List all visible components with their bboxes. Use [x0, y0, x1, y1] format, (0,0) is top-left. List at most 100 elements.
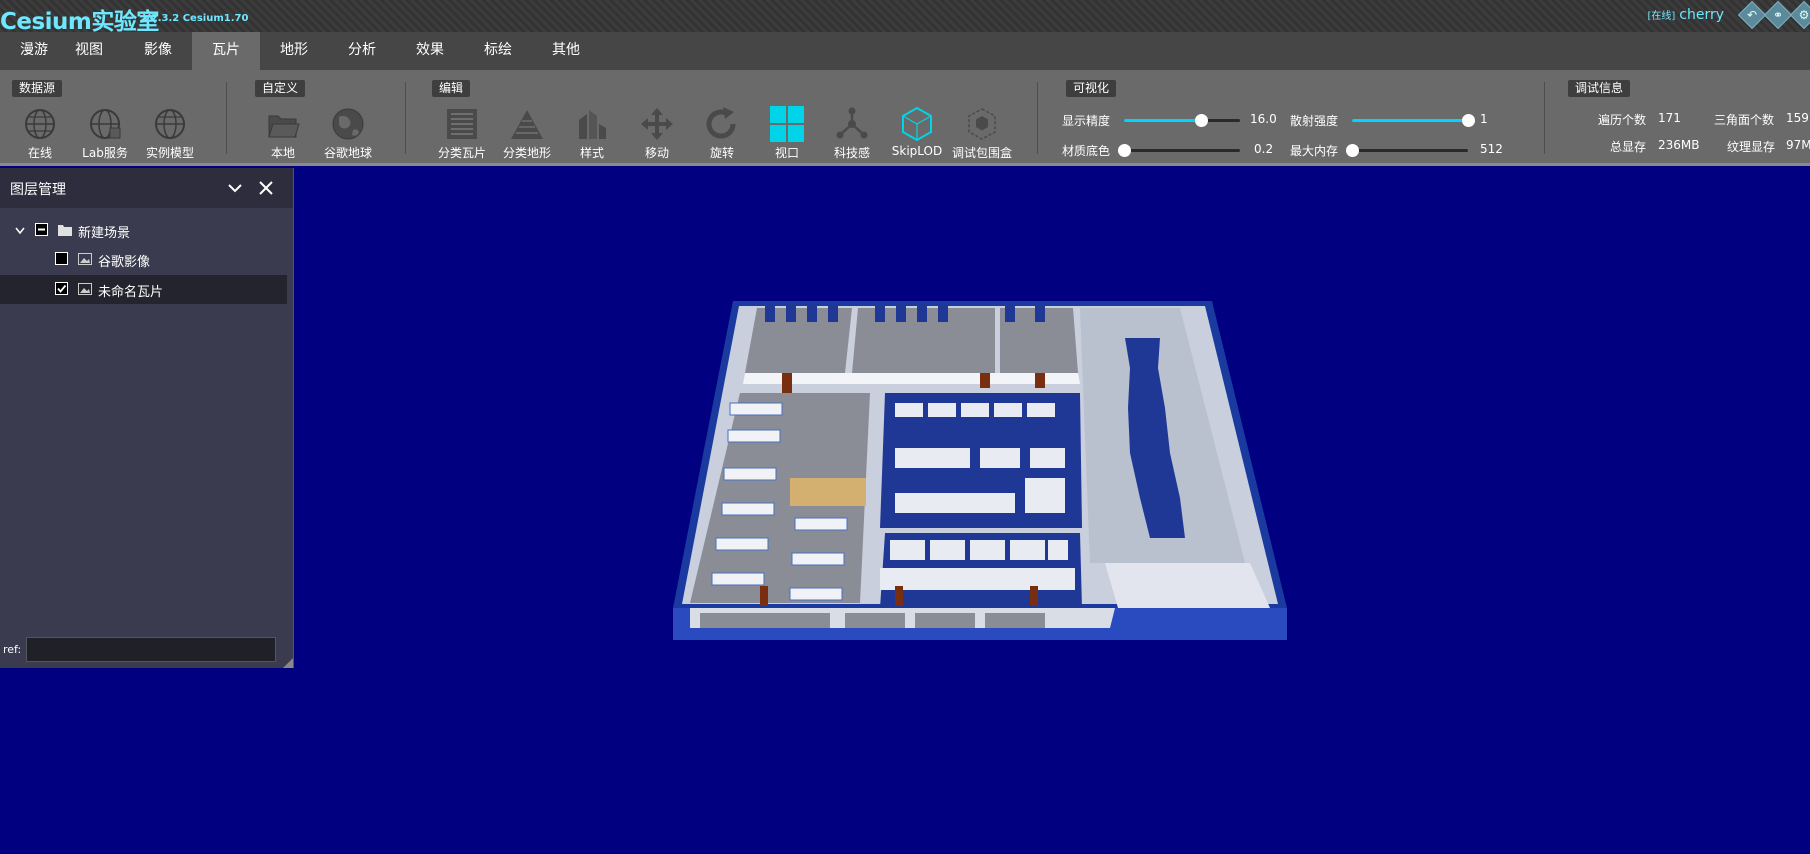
- classify-tiles-button[interactable]: 分类瓦片: [430, 106, 494, 161]
- classify-terrain-button[interactable]: 分类地形: [495, 106, 559, 161]
- image-icon: [78, 253, 92, 265]
- precision-value: 16.0: [1250, 112, 1277, 126]
- divider: [226, 82, 227, 154]
- local-label: 本地: [270, 146, 295, 160]
- skiplod-button[interactable]: SkipLOD: [885, 106, 949, 158]
- skiplod-label: SkipLOD: [891, 144, 943, 158]
- menu-other[interactable]: 其他: [532, 32, 600, 70]
- style-label: 样式: [579, 146, 604, 160]
- earth-icon: [332, 108, 364, 140]
- menu-effects[interactable]: 效果: [396, 32, 464, 70]
- group-label-custom: 自定义: [255, 80, 306, 97]
- close-button[interactable]: [255, 177, 277, 199]
- collapse-button[interactable]: [224, 177, 246, 199]
- scatter-label: 散射强度: [1290, 114, 1339, 128]
- move-button[interactable]: 移动: [625, 106, 689, 161]
- tech-label: 科技感: [833, 146, 870, 160]
- buildings-icon: [579, 110, 606, 139]
- classify-tiles-icon: [447, 109, 477, 139]
- triangle-count-label: 三角面个数: [1714, 113, 1775, 127]
- globe-online-icon: [25, 109, 55, 139]
- layer-manager-panel: 图层管理 新建场景 谷歌影像 未命名瓦片 ref:: [0, 168, 294, 668]
- viewport-button[interactable]: 视口: [755, 106, 819, 161]
- panel-title: 图层管理: [10, 182, 66, 198]
- google-earth-button[interactable]: 谷歌地球: [316, 106, 380, 161]
- menu-tiles[interactable]: 瓦片: [192, 32, 260, 70]
- menu-view[interactable]: 视图: [55, 32, 123, 70]
- divider: [1037, 82, 1038, 154]
- memory-slider-knob[interactable]: [1346, 144, 1359, 157]
- main-menu: 漫游 视图 影像 瓦片 地形 分析 效果 标绘 其他: [0, 32, 1810, 70]
- total-memory-value: 236MB: [1658, 138, 1700, 152]
- debug-bbox-label: 调试包围盒: [951, 146, 1012, 160]
- network-icon: [836, 107, 868, 139]
- material-value: 0.2: [1254, 142, 1274, 156]
- texture-memory-value: 97MB: [1786, 138, 1810, 152]
- panel-header: 图层管理: [0, 168, 293, 208]
- tree-node-google-imagery[interactable]: 谷歌影像: [0, 245, 287, 274]
- image-icon: [78, 283, 92, 295]
- instance-model-button[interactable]: 实例模型: [138, 106, 202, 161]
- precision-slider-fill: [1124, 119, 1201, 122]
- caret-down-icon[interactable]: [14, 225, 26, 237]
- texture-memory-label: 纹理显存: [1727, 140, 1776, 154]
- divider: [405, 82, 406, 154]
- user-area[interactable]: [在线] cherry: [1647, 7, 1724, 23]
- material-slider[interactable]: [1118, 144, 1240, 157]
- ref-input[interactable]: [26, 637, 276, 662]
- lab-service-button[interactable]: Lab服务: [73, 106, 137, 161]
- root-checkbox[interactable]: [35, 223, 48, 236]
- google-earth-label: 谷歌地球: [323, 146, 372, 160]
- rotate-button[interactable]: 旋转: [690, 106, 754, 161]
- move-label: 移动: [644, 146, 669, 160]
- username[interactable]: cherry: [1679, 7, 1724, 23]
- link-icon[interactable]: ⚭: [1763, 0, 1793, 30]
- undo-icon[interactable]: ↶: [1737, 0, 1767, 30]
- rotate-icon: [706, 107, 736, 139]
- menu-terrain[interactable]: 地形: [260, 32, 328, 70]
- lab-service-label: Lab服务: [82, 146, 128, 160]
- classify-terrain-label: 分类地形: [502, 146, 551, 160]
- menu-plotting[interactable]: 标绘: [464, 32, 532, 70]
- unnamed-tiles-checkbox[interactable]: [55, 282, 68, 295]
- title-bar: Cesium实验室 V2.3.2 Cesium1.70 [在线] cherry ↶…: [0, 0, 1810, 35]
- tree-node-root[interactable]: 新建场景: [0, 216, 287, 245]
- google-imagery-checkbox[interactable]: [55, 252, 68, 265]
- unnamed-tiles-label: 未命名瓦片: [98, 285, 164, 300]
- menu-imagery[interactable]: 影像: [124, 32, 192, 70]
- ribbon-toolbar: 数据源 自定义 编辑 可视化 调试信息 在线 Lab服务 实例模型 本地 谷歌地…: [0, 70, 1810, 166]
- settings-icon[interactable]: ⚙: [1789, 0, 1810, 30]
- scatter-slider[interactable]: [1352, 114, 1475, 127]
- online-button[interactable]: 在线: [8, 106, 72, 161]
- scatter-slider-fill: [1352, 119, 1468, 122]
- scatter-slider-knob[interactable]: [1462, 114, 1475, 127]
- local-button[interactable]: 本地: [251, 106, 315, 161]
- rotate-label: 旋转: [709, 146, 734, 160]
- tree-node-unnamed-tiles[interactable]: 未命名瓦片: [0, 275, 287, 304]
- debug-bbox-button[interactable]: 调试包围盒: [950, 106, 1014, 161]
- tech-button[interactable]: 科技感: [820, 106, 884, 161]
- group-label-debug: 调试信息: [1568, 80, 1631, 97]
- classify-terrain-icon: [511, 110, 543, 139]
- total-memory-label: 总显存: [1610, 140, 1647, 154]
- viewport-grid-icon: [770, 106, 804, 142]
- precision-slider-knob[interactable]: [1195, 114, 1208, 127]
- traverse-count-value: 171: [1658, 111, 1681, 125]
- traverse-count-label: 遍历个数: [1598, 113, 1647, 127]
- chevron-down-icon: [228, 184, 242, 193]
- globe-model-icon: [155, 109, 185, 139]
- instance-model-label: 实例模型: [145, 146, 194, 160]
- skiplod-cube-icon: [902, 106, 932, 142]
- ref-label: ref:: [3, 643, 22, 656]
- resize-handle-icon[interactable]: [283, 658, 293, 668]
- viewport-label: 视口: [774, 146, 799, 160]
- material-label: 材质底色: [1062, 144, 1111, 158]
- move-icon: [641, 108, 673, 140]
- style-button[interactable]: 样式: [560, 106, 624, 161]
- group-label-visual: 可视化: [1066, 80, 1117, 97]
- precision-slider[interactable]: [1124, 114, 1240, 127]
- memory-slider[interactable]: [1346, 144, 1468, 157]
- globe-service-icon: [90, 109, 121, 139]
- material-slider-knob[interactable]: [1118, 144, 1131, 157]
- menu-analysis[interactable]: 分析: [328, 32, 396, 70]
